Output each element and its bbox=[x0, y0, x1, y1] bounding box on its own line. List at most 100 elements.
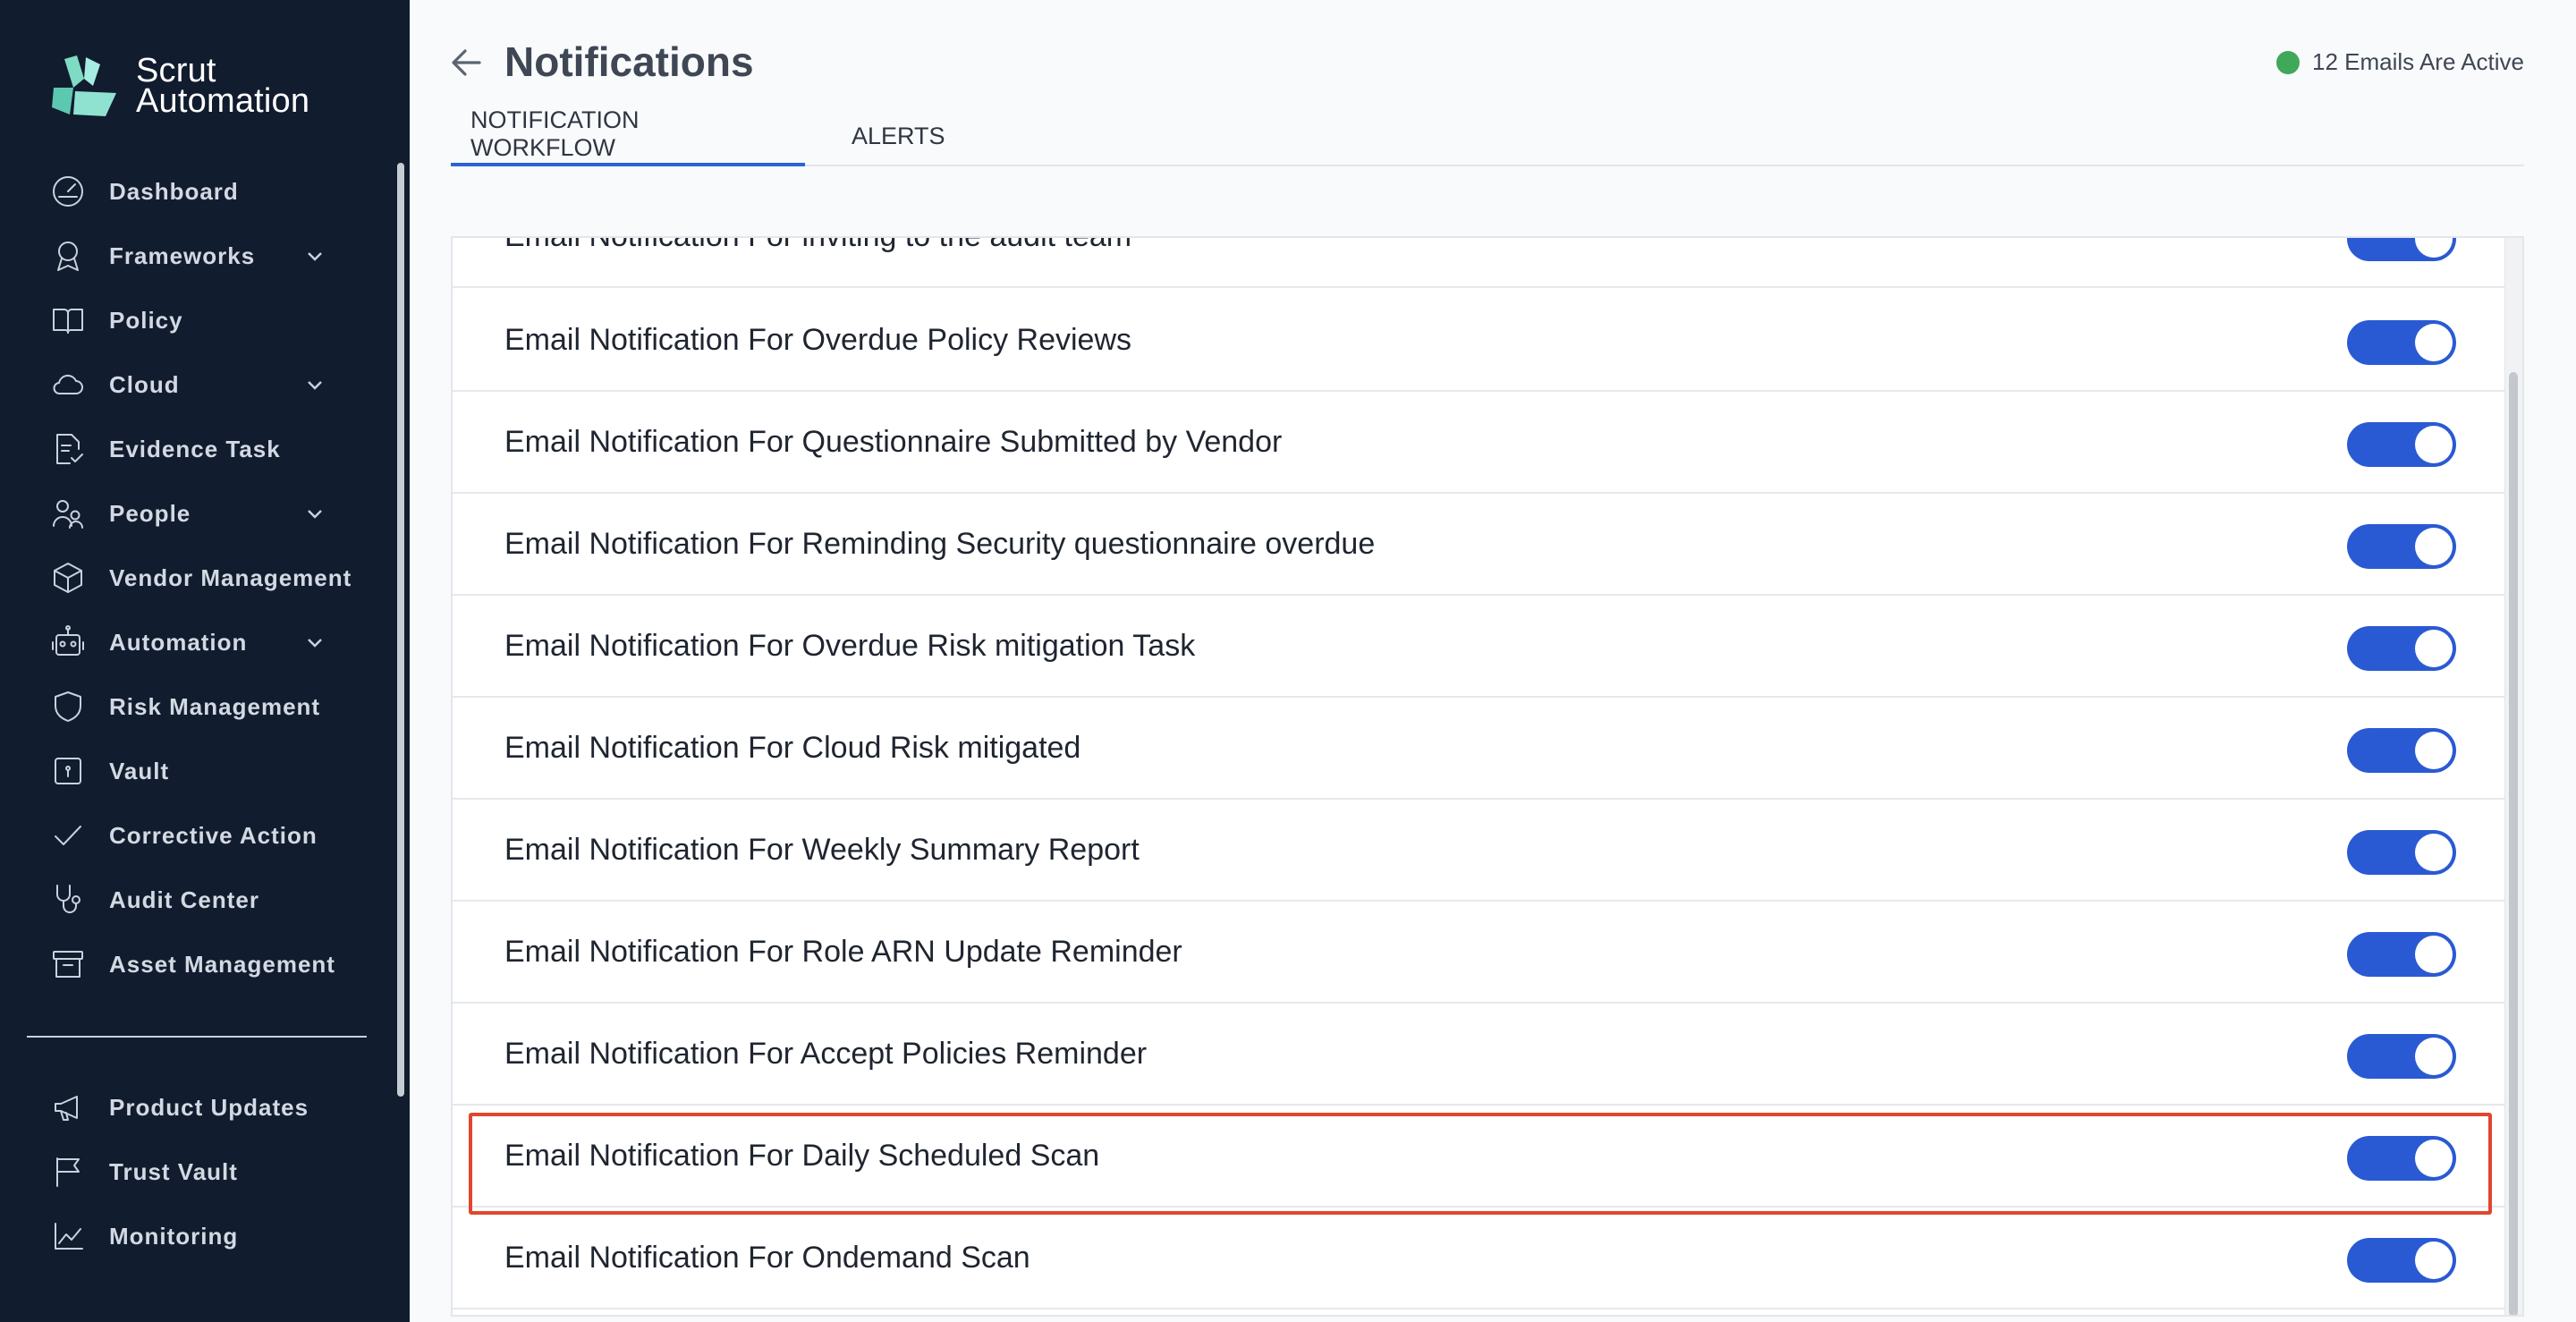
sidebar-item-label: Cloud bbox=[109, 370, 180, 398]
logo[interactable]: Scrut Automation bbox=[48, 52, 309, 120]
notification-label: Email Notification For Role ARN Update R… bbox=[504, 934, 1182, 969]
sidebar-item-label: Trust Vault bbox=[109, 1157, 238, 1185]
notification-label: Email Notification For Ondemand Scan bbox=[504, 1240, 1030, 1275]
notification-row: Email Notification For Role ARN Update R… bbox=[453, 902, 2506, 1004]
status-dot-icon bbox=[2276, 50, 2300, 74]
sidebar-item-audit-center[interactable]: Audit Center bbox=[0, 868, 394, 932]
chevron-down-icon[interactable] bbox=[304, 503, 326, 524]
megaphone-icon bbox=[48, 1088, 88, 1127]
notification-row: Email Notification For Overdue Policy Re… bbox=[453, 290, 2506, 392]
sidebar-item-corrective-action[interactable]: Corrective Action bbox=[0, 803, 394, 868]
notification-toggle[interactable] bbox=[2347, 830, 2456, 875]
list-scrollbar-thumb[interactable] bbox=[2509, 372, 2518, 1315]
sidebar-item-automation[interactable]: Automation bbox=[0, 610, 394, 674]
sidebar-item-label: Automation bbox=[109, 628, 248, 656]
sidebar-item-label: Product Updates bbox=[109, 1093, 309, 1121]
sidebar-item-label: Dashboard bbox=[109, 177, 239, 205]
chevron-down-icon[interactable] bbox=[304, 374, 326, 395]
notification-toggle[interactable] bbox=[2347, 524, 2456, 569]
chevron-down-icon[interactable] bbox=[304, 245, 326, 267]
notification-label: Email Notification For Overdue Policy Re… bbox=[504, 322, 1132, 357]
active-emails-status: 12 Emails Are Active bbox=[2276, 48, 2524, 76]
stethoscope-icon bbox=[48, 880, 88, 919]
book-icon bbox=[48, 301, 88, 340]
sidebar-item-asset-management[interactable]: Asset Management bbox=[0, 932, 394, 996]
sidebar-item-cloud[interactable]: Cloud bbox=[0, 352, 394, 417]
notification-toggle[interactable] bbox=[2347, 728, 2456, 773]
dashboard-icon bbox=[48, 172, 88, 211]
notification-toggle[interactable] bbox=[2347, 1238, 2456, 1283]
notification-row: Email Notification For Accept Policies R… bbox=[453, 1004, 2506, 1106]
notification-row-daily-scheduled-scan: Email Notification For Daily Scheduled S… bbox=[453, 1106, 2506, 1208]
tab-notification-workflow[interactable]: NOTIFICATION WORKFLOW bbox=[451, 106, 805, 166]
toggle-knob bbox=[2415, 936, 2453, 973]
notification-row: Email Notification For Overdue Risk miti… bbox=[453, 596, 2506, 698]
notification-label: Email Notification For Reminding Securit… bbox=[504, 526, 1376, 561]
sidebar-item-dashboard[interactable]: Dashboard bbox=[0, 159, 394, 224]
vault-icon bbox=[48, 751, 88, 791]
toggle-knob bbox=[2415, 1241, 2453, 1279]
tab-alerts[interactable]: ALERTS bbox=[832, 106, 965, 166]
notification-toggle[interactable] bbox=[2347, 422, 2456, 467]
sidebar-item-product-updates[interactable]: Product Updates bbox=[0, 1075, 394, 1140]
chart-line-icon bbox=[48, 1216, 88, 1256]
notification-list: Email Notification For inviting to the a… bbox=[451, 236, 2524, 1317]
list-scrollbar-track[interactable] bbox=[2504, 238, 2522, 1315]
scrut-logo-icon bbox=[52, 55, 116, 116]
sidebar-nav: Dashboard Frameworks Policy Cloud Eviden… bbox=[0, 159, 394, 996]
sidebar-item-label: Evidence Task bbox=[109, 435, 281, 462]
notification-toggle[interactable] bbox=[2347, 1034, 2456, 1079]
notification-toggle[interactable] bbox=[2347, 1136, 2456, 1181]
toggle-knob bbox=[2415, 426, 2453, 463]
sidebar-item-policy[interactable]: Policy bbox=[0, 288, 394, 352]
sidebar-item-frameworks[interactable]: Frameworks bbox=[0, 224, 394, 288]
shield-icon bbox=[48, 687, 88, 726]
notification-row: Email Notification For Ondemand Scan bbox=[453, 1208, 2506, 1309]
notification-row: Email Notification For Questionnaire Sub… bbox=[453, 392, 2506, 494]
sidebar-item-monitoring[interactable]: Monitoring bbox=[0, 1204, 394, 1268]
sidebar-item-label: Frameworks bbox=[109, 242, 256, 269]
status-text: 12 Emails Are Active bbox=[2312, 48, 2524, 75]
notification-toggle[interactable] bbox=[2347, 320, 2456, 365]
toggle-knob bbox=[2415, 1140, 2453, 1177]
notification-toggle[interactable] bbox=[2347, 932, 2456, 977]
notification-toggle[interactable] bbox=[2347, 238, 2456, 261]
toggle-knob bbox=[2415, 732, 2453, 769]
notification-row: Email Notification For Weekly Summary Re… bbox=[453, 800, 2506, 902]
sidebar-item-vault[interactable]: Vault bbox=[0, 739, 394, 803]
notification-row: Email Notification For Reminding Securit… bbox=[453, 494, 2506, 596]
sidebar-item-label: Vault bbox=[109, 757, 170, 784]
sidebar: Scrut Automation Dashboard Frameworks Po… bbox=[0, 0, 410, 1322]
sidebar-item-label: Audit Center bbox=[109, 886, 259, 913]
notification-label: Email Notification For Questionnaire Sub… bbox=[504, 424, 1283, 459]
notification-label: Email Notification For inviting to the a… bbox=[504, 238, 1131, 254]
sidebar-item-people[interactable]: People bbox=[0, 481, 394, 546]
robot-icon bbox=[48, 623, 88, 662]
main-content: Notifications 12 Emails Are Active NOTIF… bbox=[410, 0, 2576, 1322]
notification-toggle[interactable] bbox=[2347, 626, 2456, 671]
sidebar-secondary-nav: Product Updates Trust Vault Monitoring bbox=[0, 1075, 394, 1268]
toggle-knob bbox=[2415, 238, 2453, 258]
notification-label: Email Notification For Accept Policies R… bbox=[504, 1036, 1148, 1071]
sidebar-item-label: Corrective Action bbox=[109, 821, 318, 849]
check-icon bbox=[48, 816, 88, 855]
toggle-knob bbox=[2415, 834, 2453, 871]
sidebar-item-label: Monitoring bbox=[109, 1222, 239, 1250]
back-button[interactable] bbox=[447, 43, 487, 82]
sidebar-item-trust-vault[interactable]: Trust Vault bbox=[0, 1140, 394, 1204]
document-check-icon bbox=[48, 429, 88, 469]
sidebar-item-risk-management[interactable]: Risk Management bbox=[0, 674, 394, 739]
chevron-down-icon[interactable] bbox=[304, 631, 326, 653]
sidebar-item-vendor-management[interactable]: Vendor Management bbox=[0, 546, 394, 610]
notification-label: Email Notification For Cloud Risk mitiga… bbox=[504, 730, 1081, 765]
tab-bar: NOTIFICATION WORKFLOW ALERTS bbox=[451, 106, 2524, 166]
sidebar-scrollbar[interactable] bbox=[397, 163, 404, 1097]
sidebar-item-evidence-task[interactable]: Evidence Task bbox=[0, 417, 394, 481]
notification-row: Email Notification For inviting to the a… bbox=[453, 238, 2506, 288]
toggle-knob bbox=[2415, 630, 2453, 667]
sidebar-item-label: Risk Management bbox=[109, 692, 321, 720]
flag-icon bbox=[48, 1152, 88, 1191]
package-icon bbox=[48, 558, 88, 597]
notification-row: Email Notification For Cloud Risk mitiga… bbox=[453, 698, 2506, 800]
notification-label: Email Notification For Weekly Summary Re… bbox=[504, 832, 1140, 867]
